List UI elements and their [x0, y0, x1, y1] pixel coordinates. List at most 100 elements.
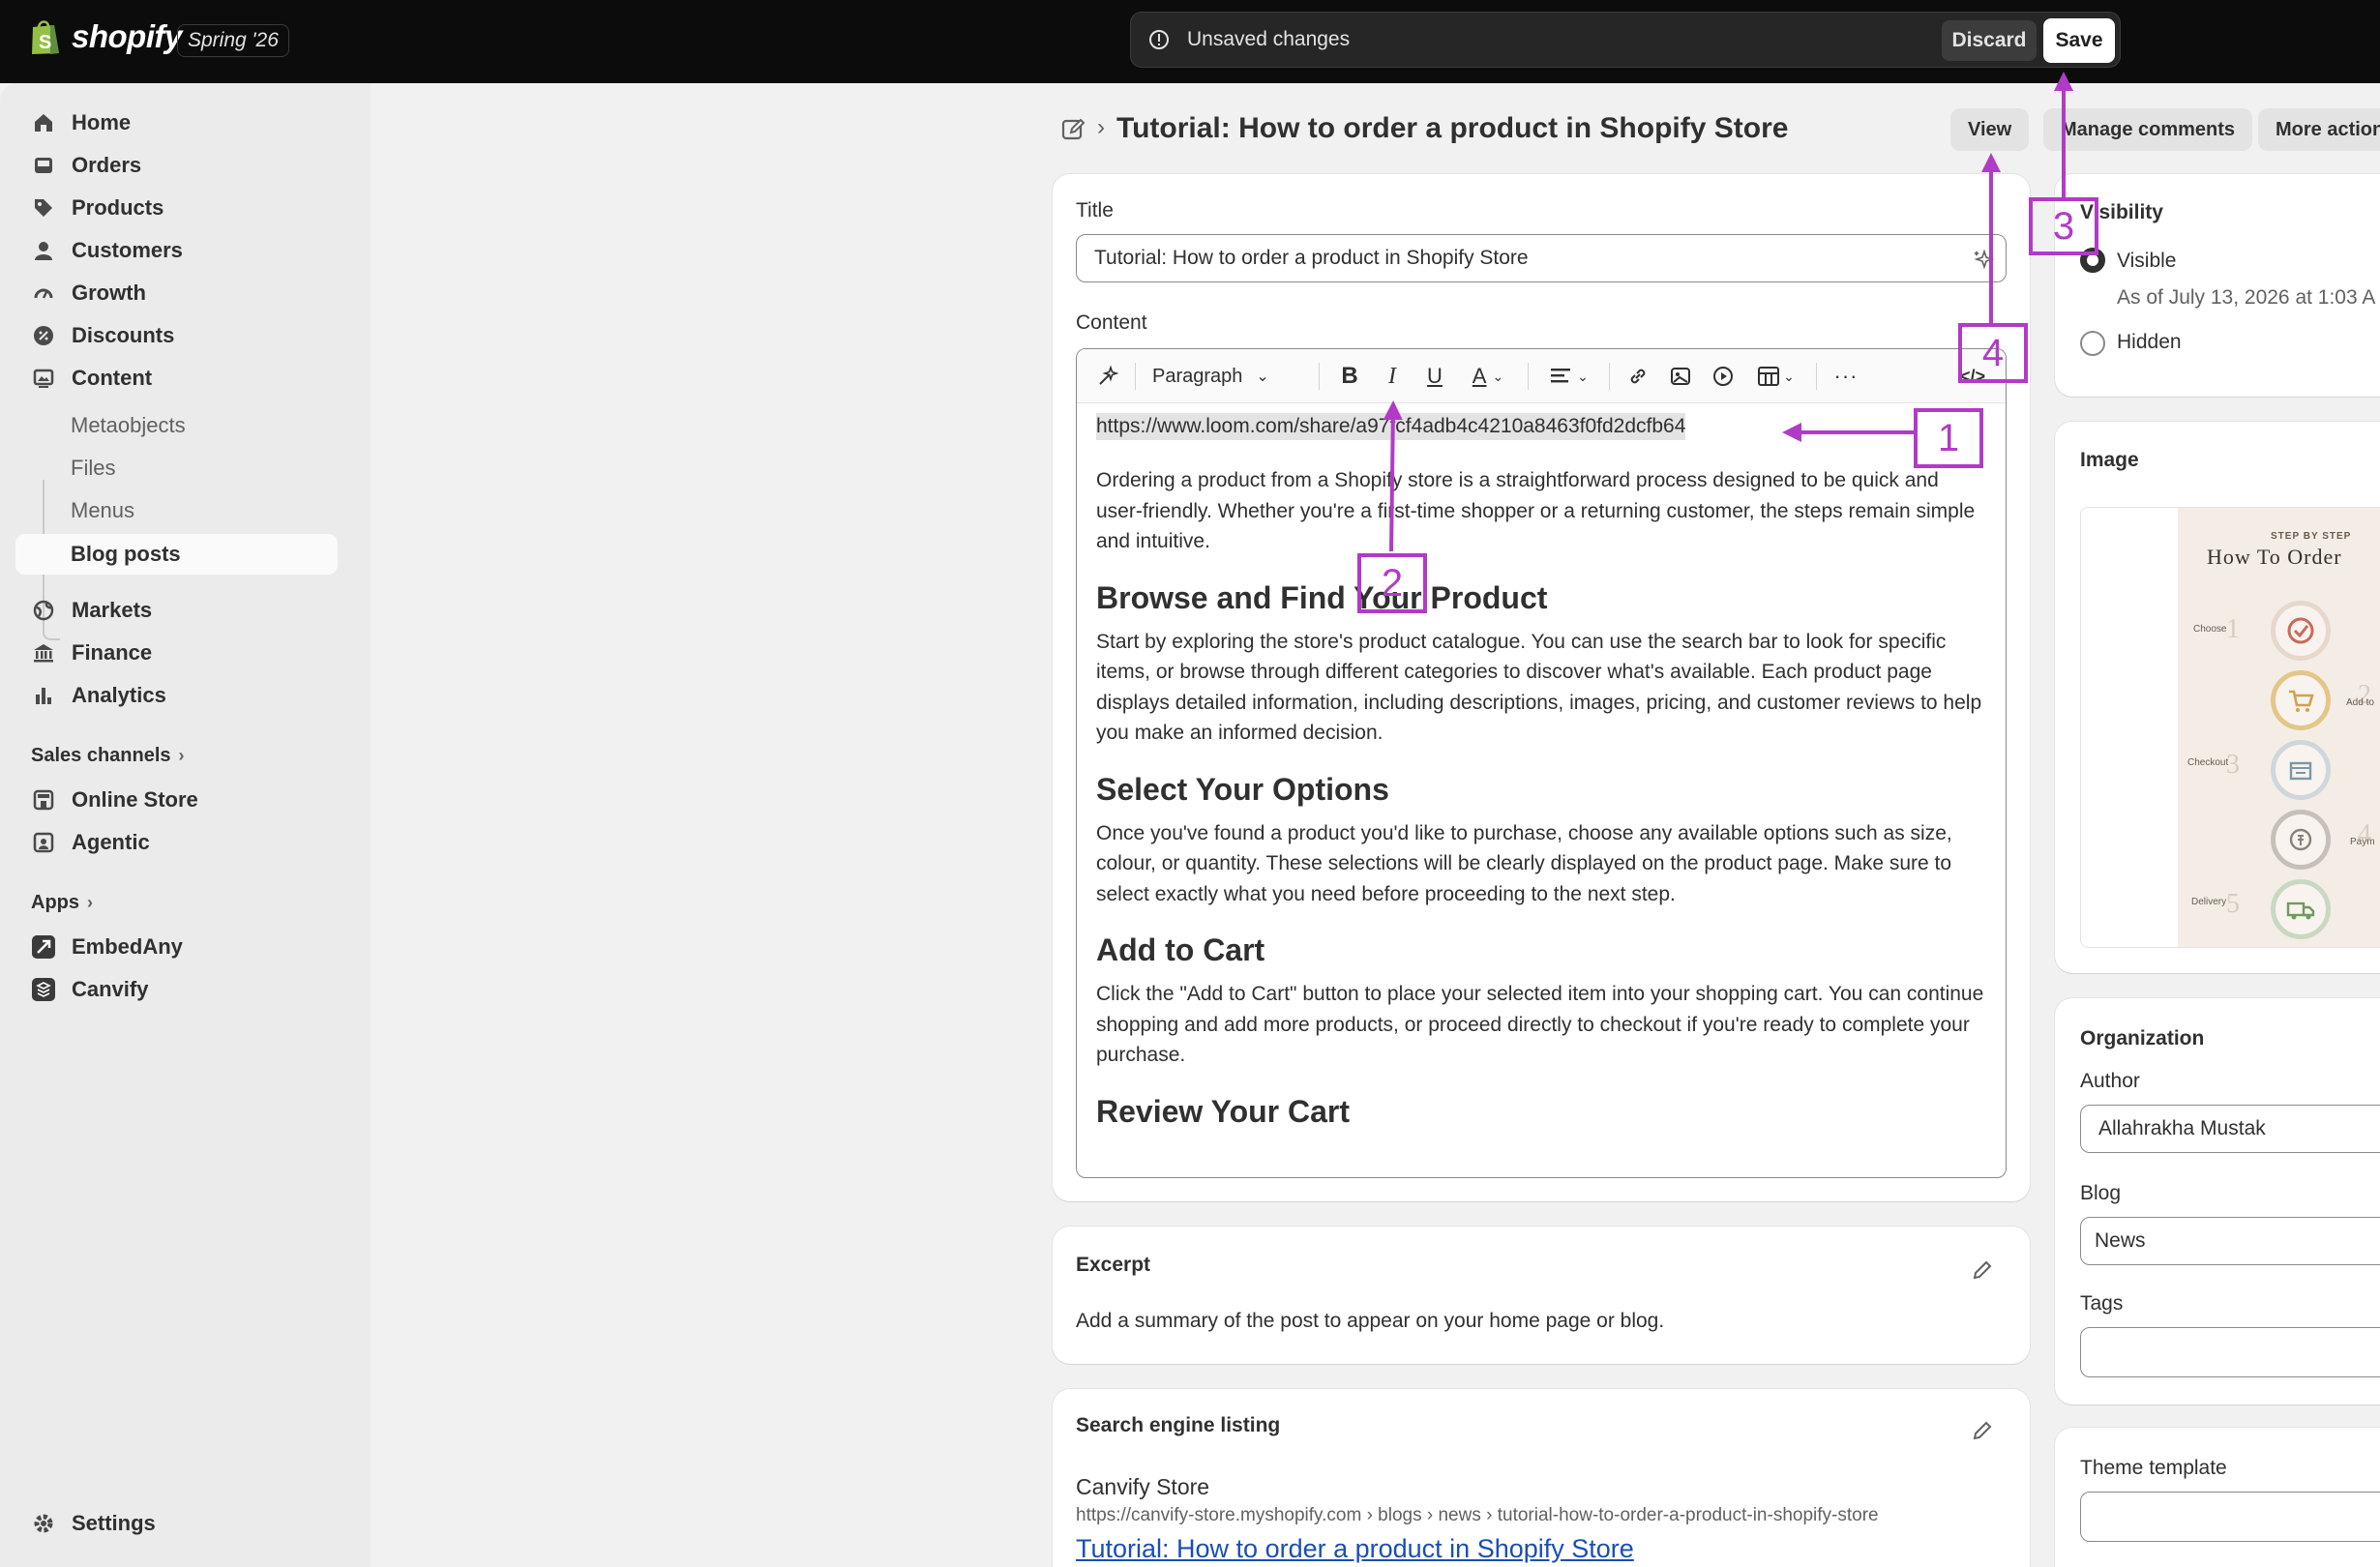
visible-label[interactable]: Visible [2117, 250, 2176, 273]
tag-icon [31, 195, 56, 221]
canvify-icon [31, 977, 56, 1002]
title-input[interactable]: Tutorial: How to order a product in Shop… [1076, 234, 2007, 282]
gauge-icon [31, 281, 56, 306]
editor-body[interactable]: https://www.loom.com/share/a97fcf4adb4c4… [1096, 413, 1986, 1131]
author-input[interactable]: Allahrakha Mustak [2080, 1105, 2380, 1153]
organization-card: Organization Author Allahrakha Mustak Bl… [2055, 998, 2380, 1404]
paragraph-add-to-cart[interactable]: Click the "Add to Cart" button to place … [1096, 979, 1986, 1071]
sidebar-item-canvify[interactable]: Canvify [15, 969, 338, 1010]
heading-review-cart[interactable]: Review Your Cart [1096, 1092, 1986, 1131]
bold-icon[interactable]: B [1336, 363, 1363, 390]
hidden-radio[interactable] [2080, 331, 2105, 356]
shopify-bag-icon: S [32, 20, 59, 54]
step-number: 5 [2226, 889, 2240, 919]
globe-icon [31, 598, 56, 623]
selected-url-text[interactable]: https://www.loom.com/share/a97fcf4adb4c4… [1096, 413, 1686, 440]
apps-label: Apps [31, 892, 79, 913]
manage-comments-button[interactable]: Manage comments [2043, 108, 2253, 151]
view-button[interactable]: View [1950, 108, 2030, 151]
sidebar-item-customers[interactable]: Customers [15, 230, 338, 271]
excerpt-title: Excerpt [1076, 1254, 1151, 1276]
sidebar-item-online-store[interactable]: Online Store [15, 780, 338, 820]
more-actions-button[interactable]: More actions [2258, 108, 2380, 151]
sidebar-subitem-blog-posts[interactable]: Blog posts [15, 534, 338, 575]
visible-note: As of July 13, 2026 at 1:03 A [2117, 286, 2376, 309]
shopify-logo[interactable]: S shopify [29, 17, 182, 56]
image-icon[interactable] [1667, 363, 1694, 390]
paragraph-options[interactable]: Once you've found a product you'd like t… [1096, 818, 1986, 910]
sidebar-item-label: Home [72, 110, 132, 134]
align-icon[interactable]: ⌄ [1545, 363, 1593, 390]
sidebar-item-label: Canvify [72, 977, 149, 1001]
image-frame-icon [31, 366, 56, 391]
sidebar-subitem-metaobjects[interactable]: Metaobjects [71, 406, 186, 445]
paragraph-style-select[interactable]: Paragraph ⌄ [1152, 363, 1297, 390]
sidebar-item-embedany[interactable]: EmbedAny [15, 927, 338, 967]
sidebar-item-label: Products [72, 195, 164, 220]
compose-icon[interactable] [1060, 116, 1087, 143]
annotation-label-1: 1 [1914, 408, 1983, 468]
excerpt-text: Add a summary of the post to appear on y… [1076, 1310, 1665, 1332]
heading-browse[interactable]: Browse and Find Your Product [1096, 578, 1986, 617]
sidebar-item-agentic[interactable]: Agentic [15, 822, 338, 863]
person-icon [31, 238, 56, 263]
rich-text-editor[interactable]: Paragraph ⌄ B I U A ⌄ ⌄ ⌄ ··· </> https:… [1076, 348, 2007, 1178]
save-button[interactable]: Save [2043, 18, 2115, 63]
sidebar-item-home[interactable]: Home [15, 103, 338, 143]
heading-add-to-cart[interactable]: Add to Cart [1096, 931, 1986, 969]
theme-template-select[interactable] [2080, 1492, 2380, 1542]
chevron-right-icon: › [87, 893, 93, 912]
sparkle-icon[interactable] [1973, 249, 1994, 270]
sidebar-item-analytics[interactable]: Analytics [15, 675, 338, 716]
sidebar-item-discounts[interactable]: Discounts [15, 315, 338, 356]
apps-header[interactable]: Apps › [31, 892, 93, 914]
brand-name: shopify [72, 18, 182, 54]
sidebar-item-growth[interactable]: Growth [15, 273, 338, 313]
more-options-icon[interactable]: ··· [1831, 363, 1860, 390]
italic-icon[interactable]: I [1379, 363, 1406, 390]
heading-options[interactable]: Select Your Options [1096, 770, 1986, 809]
post-card: Title Tutorial: How to order a product i… [1053, 174, 2030, 1201]
featured-image[interactable]: STEP BY STEP How To Order 1 Choose 2 Add… [2080, 507, 2380, 948]
intro-paragraph[interactable]: Ordering a product from a Shopify store … [1096, 465, 1986, 557]
sidebar-item-markets[interactable]: Markets [15, 590, 338, 631]
step-label: Checkout [2187, 757, 2229, 768]
text-color-icon[interactable]: A ⌄ [1464, 363, 1512, 390]
annotation-label-4: 4 [1958, 323, 2028, 383]
video-icon[interactable] [1710, 363, 1737, 390]
blog-select[interactable]: News [2080, 1217, 2380, 1265]
table-icon[interactable]: ⌄ [1752, 363, 1800, 390]
sidebar-item-label: Analytics [72, 683, 166, 707]
paragraph-browse[interactable]: Start by exploring the store's product c… [1096, 627, 1986, 749]
sidebar-subitem-files[interactable]: Files [71, 449, 115, 488]
discard-button[interactable]: Discard [1942, 20, 2037, 61]
sales-channels-header[interactable]: Sales channels › [31, 745, 185, 767]
link-icon[interactable] [1624, 363, 1651, 390]
annotation-label-2: 2 [1357, 553, 1427, 613]
thumb-caption: How To Order [2207, 545, 2342, 569]
sidebar-item-products[interactable]: Products [15, 188, 338, 228]
sidebar-subitem-menus[interactable]: Menus [71, 491, 134, 530]
sidebar-item-label: Finance [72, 640, 153, 665]
seo-url: https://canvify-store.myshopify.com › bl… [1076, 1505, 1879, 1525]
toolbar-separator [1135, 363, 1136, 390]
blog-value: News [2095, 1229, 2146, 1252]
sidebar-item-orders[interactable]: Orders [15, 145, 338, 186]
agentic-icon [31, 830, 56, 855]
tags-input[interactable] [2080, 1327, 2380, 1377]
excerpt-card: Excerpt Add a summary of the post to app… [1053, 1227, 2030, 1364]
underline-icon[interactable]: U [1421, 363, 1448, 390]
magic-sparkle-icon[interactable] [1094, 363, 1121, 390]
edition-badge[interactable]: Spring '26 [177, 24, 289, 57]
hidden-label[interactable]: Hidden [2117, 331, 2182, 354]
pencil-icon[interactable] [1970, 1257, 1995, 1283]
sidebar-item-settings[interactable]: Settings [15, 1503, 338, 1544]
theme-template-card: Theme template [2055, 1428, 2380, 1567]
home-icon [31, 110, 56, 135]
sidebar-item-content[interactable]: Content [15, 358, 338, 399]
author-value: Allahrakha Mustak [2098, 1117, 2266, 1139]
seo-link-title[interactable]: Tutorial: How to order a product in Shop… [1076, 1534, 1634, 1564]
pencil-icon[interactable] [1970, 1418, 1995, 1443]
sidebar-item-finance[interactable]: Finance [15, 633, 338, 673]
image-title: Image [2080, 449, 2139, 471]
